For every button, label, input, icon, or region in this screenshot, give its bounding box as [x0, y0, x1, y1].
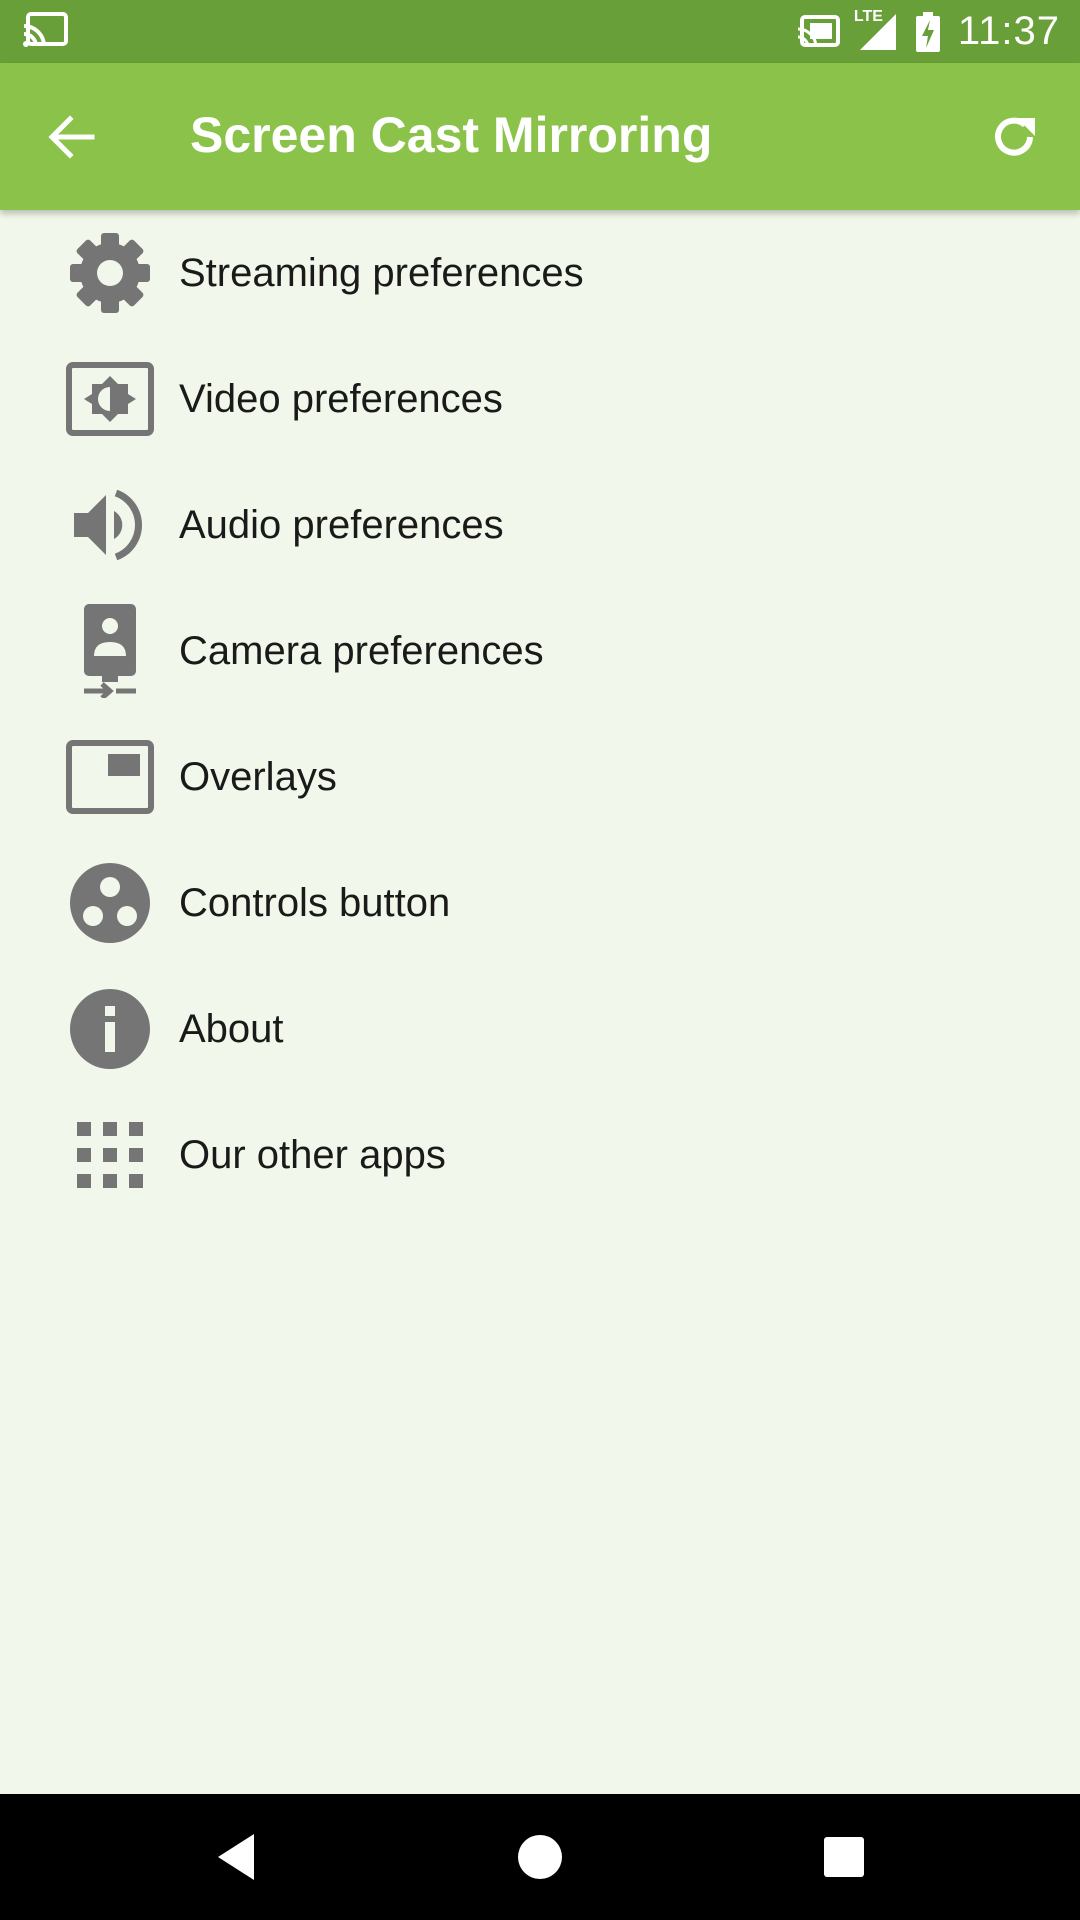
home-circle-icon — [518, 1835, 562, 1879]
menu-item-video-preferences[interactable]: Video preferences — [0, 336, 1080, 462]
menu-item-label: Video preferences — [179, 377, 503, 421]
recents-square-icon — [824, 1837, 864, 1877]
menu-item-label: Camera preferences — [179, 629, 544, 673]
status-bar: LTE 11:37 — [0, 0, 1080, 63]
menu-item-audio-preferences[interactable]: Audio preferences — [0, 462, 1080, 588]
apps-grid-icon — [64, 1113, 156, 1197]
app-bar: Screen Cast Mirroring — [0, 63, 1080, 210]
menu-item-label: Audio preferences — [179, 503, 504, 547]
camera-front-icon — [64, 604, 156, 698]
menu-item-controls-button[interactable]: Controls button — [0, 840, 1080, 966]
settings-menu: Streaming preferences Video preferences … — [0, 210, 1080, 1218]
nav-recents-button[interactable] — [812, 1825, 876, 1889]
back-triangle-icon — [218, 1834, 254, 1880]
gear-icon — [64, 231, 156, 315]
brightness-icon — [64, 357, 156, 441]
volume-icon — [64, 483, 156, 567]
refresh-button[interactable] — [982, 105, 1046, 169]
menu-item-about[interactable]: About — [0, 966, 1080, 1092]
cast-icon — [22, 12, 70, 52]
menu-item-label: Overlays — [179, 755, 337, 799]
refresh-icon — [995, 117, 1035, 156]
clock: 11:37 — [957, 9, 1060, 53]
menu-item-overlays[interactable]: Overlays — [0, 714, 1080, 840]
menu-item-label: About — [179, 1007, 284, 1051]
arrow-back-icon — [48, 115, 95, 159]
picture-in-picture-icon — [64, 735, 156, 819]
page-title: Screen Cast Mirroring — [190, 107, 713, 163]
battery-charging-icon — [915, 11, 940, 52]
menu-item-label: Controls button — [179, 881, 451, 925]
cast-connected-icon — [796, 14, 840, 49]
system-nav-bar — [0, 1794, 1080, 1920]
nav-back-button[interactable] — [204, 1825, 268, 1889]
info-icon — [64, 987, 156, 1071]
nav-home-button[interactable] — [508, 1825, 572, 1889]
menu-item-our-other-apps[interactable]: Our other apps — [0, 1092, 1080, 1218]
back-button[interactable] — [40, 105, 104, 169]
menu-item-label: Our other apps — [179, 1133, 446, 1177]
menu-item-label: Streaming preferences — [179, 251, 584, 295]
menu-item-camera-preferences[interactable]: Camera preferences — [0, 588, 1080, 714]
menu-item-streaming-preferences[interactable]: Streaming preferences — [0, 210, 1080, 336]
signal-icon: LTE — [854, 8, 898, 52]
controls-icon — [64, 861, 156, 945]
network-label: LTE — [853, 7, 883, 25]
